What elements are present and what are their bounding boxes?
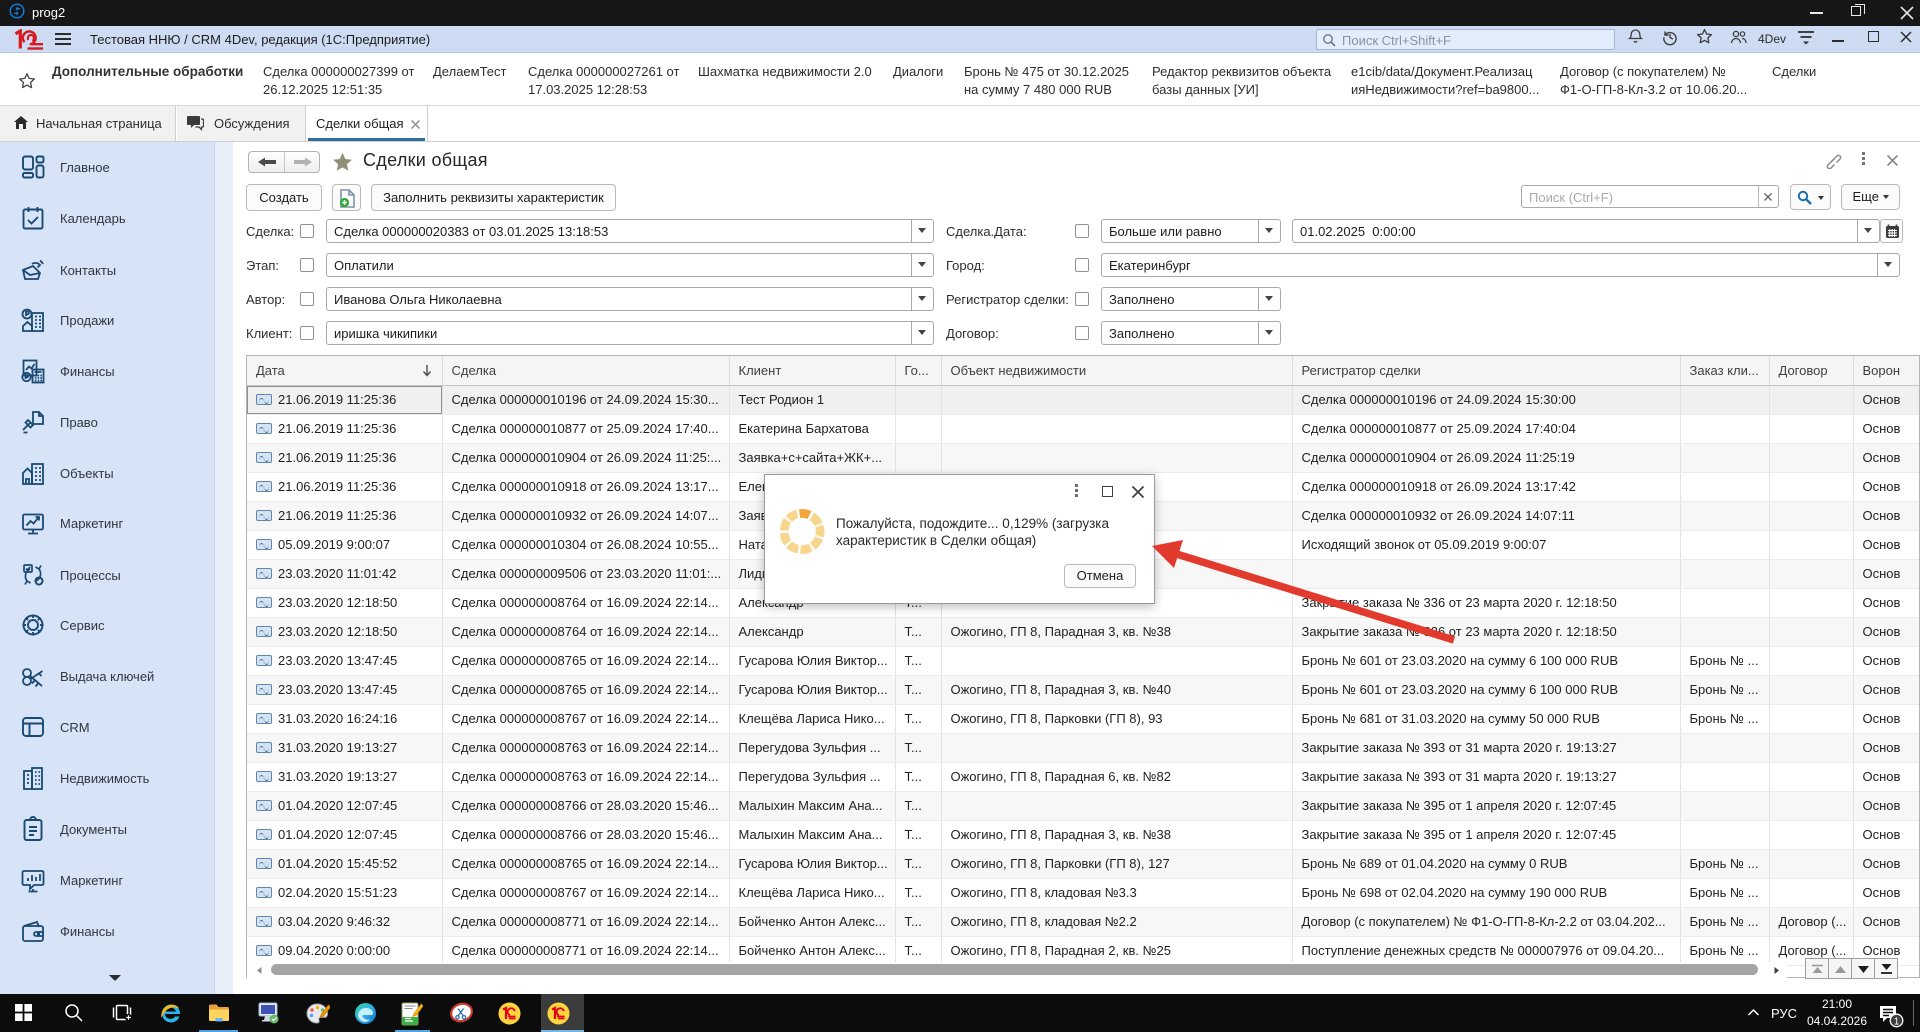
svg-text:1: 1 [1894, 1017, 1900, 1028]
